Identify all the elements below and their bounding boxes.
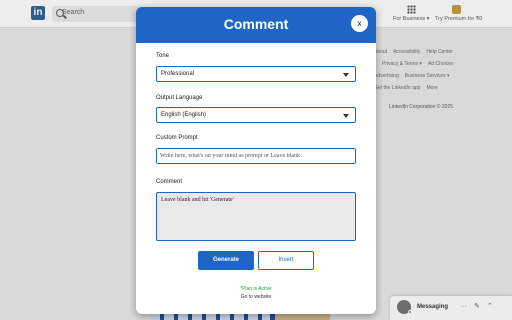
comment-label: Comment (156, 179, 183, 185)
custom-prompt-label: Custom Prompt (156, 135, 198, 141)
generate-button[interactable]: Generate (198, 251, 254, 270)
output-language-select[interactable]: English (English) (156, 107, 356, 123)
tone-select[interactable]: Professional (156, 66, 356, 82)
footer-link-ad-choices[interactable]: Ad Choices (428, 61, 454, 67)
apps-grid-icon[interactable] (407, 5, 416, 14)
footer-row: About Accessibility Help Center (374, 46, 474, 58)
output-language-label: Output Language (156, 95, 203, 101)
premium-icon[interactable] (452, 5, 461, 14)
footer-link-privacy-terms[interactable]: Privacy & Terms ▾ (382, 61, 422, 67)
caret-down-icon (343, 73, 349, 77)
footer-row: Advertising Business Services ▾ (374, 70, 474, 82)
chevron-up-icon[interactable]: ⌃ (487, 302, 493, 310)
footer-row: Get the LinkedIn app More (374, 82, 474, 94)
search-placeholder: Search (62, 9, 85, 16)
footer-links: About Accessibility Help Center Privacy … (374, 46, 474, 94)
messaging-label: Messaging (417, 304, 449, 310)
for-business-menu[interactable]: For Business ▾ (393, 16, 429, 22)
footer-link-business-services[interactable]: Business Services ▾ (405, 73, 450, 79)
footer-link-advertising[interactable]: Advertising (374, 73, 399, 79)
caret-down-icon (343, 114, 349, 118)
close-button[interactable]: x (351, 15, 368, 32)
insert-button[interactable]: Insert (258, 251, 314, 270)
linkedin-logo[interactable]: in (31, 6, 45, 20)
plan-status-text: *Plan is Active (240, 286, 272, 292)
footer-link-help-center[interactable]: Help Center (426, 49, 453, 55)
comment-textarea[interactable]: Leave blank and hit 'Generate' (156, 192, 356, 241)
footer-link-accessibility[interactable]: Accessibility (393, 49, 420, 55)
copyright-text: LinkedIn Corporation © 2025 (389, 104, 454, 110)
compose-icon[interactable]: ✎ (474, 302, 480, 310)
tone-selected-value: Professional (161, 71, 195, 77)
footer-link-get-app[interactable]: Get the LinkedIn app (374, 85, 420, 91)
comment-modal: Comment x Tone Professional Output Langu… (136, 7, 376, 314)
modal-header: Comment x (136, 7, 376, 43)
more-options-icon[interactable]: ··· (460, 303, 467, 310)
footer-row: Privacy & Terms ▾ Ad Choices (374, 58, 474, 70)
tone-label: Tone (156, 53, 170, 59)
try-premium-link[interactable]: Try Premium for ₹0 (435, 16, 482, 22)
modal-title: Comment (223, 16, 289, 32)
language-selected-value: English (English) (161, 112, 207, 118)
custom-prompt-input[interactable] (156, 148, 356, 164)
go-to-website-link[interactable]: Go to website (136, 294, 376, 300)
online-status-icon (408, 310, 412, 314)
messaging-widget[interactable]: Messaging ··· ✎ ⌃ (390, 296, 512, 320)
footer-link-more[interactable]: More (426, 85, 437, 91)
search-bar[interactable]: Search (52, 6, 142, 22)
